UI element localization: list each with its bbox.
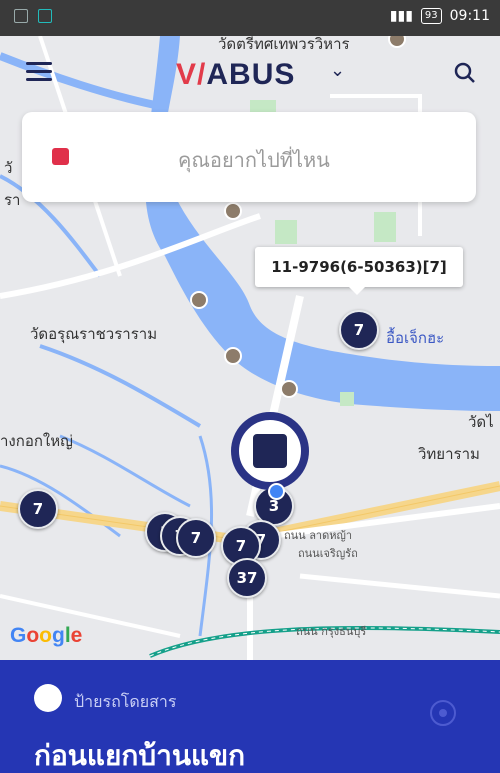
logo-accent: V/ — [176, 58, 207, 91]
stop-name: ก่อนแยกบ้านแขก — [34, 739, 246, 772]
place-label: วั — [4, 159, 13, 177]
google-logo: Google — [10, 624, 83, 647]
logo-text: ABUS — [206, 58, 296, 91]
road-label: ถนน กรุงธนบุรี — [296, 625, 367, 638]
place-label: างกอกใหญ่ — [0, 432, 73, 450]
gallery-notification-icon — [14, 9, 28, 23]
temple-poi-icon[interactable] — [280, 380, 298, 398]
search-icon[interactable] — [454, 62, 476, 84]
app-logo: V/ABUS — [176, 58, 295, 92]
place-label: รา — [4, 191, 21, 209]
battery-indicator: 93 — [420, 8, 442, 24]
signal-icon: ▮▮▮ — [389, 8, 413, 24]
place-label: อื้อเจ็กฮะ — [386, 329, 445, 347]
destination-marker-icon — [52, 148, 69, 165]
app-bar: V/ABUS ⌄ — [0, 40, 500, 104]
stop-type-label: ป้ายรถโดยสาร — [74, 692, 177, 711]
bus-marker[interactable]: 7 — [18, 489, 58, 529]
menu-icon[interactable] — [26, 62, 52, 82]
current-location-dot — [268, 483, 285, 500]
place-label: วิทยาราม — [418, 445, 480, 463]
bus-marker[interactable]: 7 — [176, 518, 216, 558]
status-bar: ▮▮▮ 93 09:11 — [0, 0, 500, 36]
chevron-down-icon[interactable]: ⌄ — [330, 60, 345, 81]
destination-search[interactable]: คุณอยากไปที่ไหน — [22, 112, 476, 202]
road-label: ถนนเจริญรัถ — [298, 547, 358, 560]
selected-stop-marker[interactable] — [231, 412, 309, 490]
temple-poi-icon[interactable] — [224, 347, 242, 365]
place-label: วัดไ — [468, 413, 494, 431]
app-notification-icon — [38, 9, 52, 23]
search-placeholder: คุณอยากไปที่ไหน — [178, 148, 330, 172]
stop-info-sheet[interactable]: ป้ายรถโดยสาร ก่อนแยกบ้านแขก — [0, 660, 500, 773]
locate-me-icon[interactable] — [430, 700, 456, 726]
camera-poi-icon[interactable] — [224, 202, 242, 220]
bus-marker[interactable]: 7 — [339, 310, 379, 350]
bus-marker[interactable]: 37 — [227, 558, 267, 598]
stop-square-icon — [253, 434, 287, 468]
bus-tooltip[interactable]: 11-9796(6-50363)[7] — [255, 247, 463, 295]
road-label: ถนน ลาดหญ้า — [284, 529, 353, 542]
clock: 09:11 — [449, 8, 490, 24]
bus-stop-icon — [34, 684, 62, 712]
place-label: วัดอรุณราชวราราม — [30, 325, 158, 343]
temple-poi-icon[interactable] — [190, 291, 208, 309]
